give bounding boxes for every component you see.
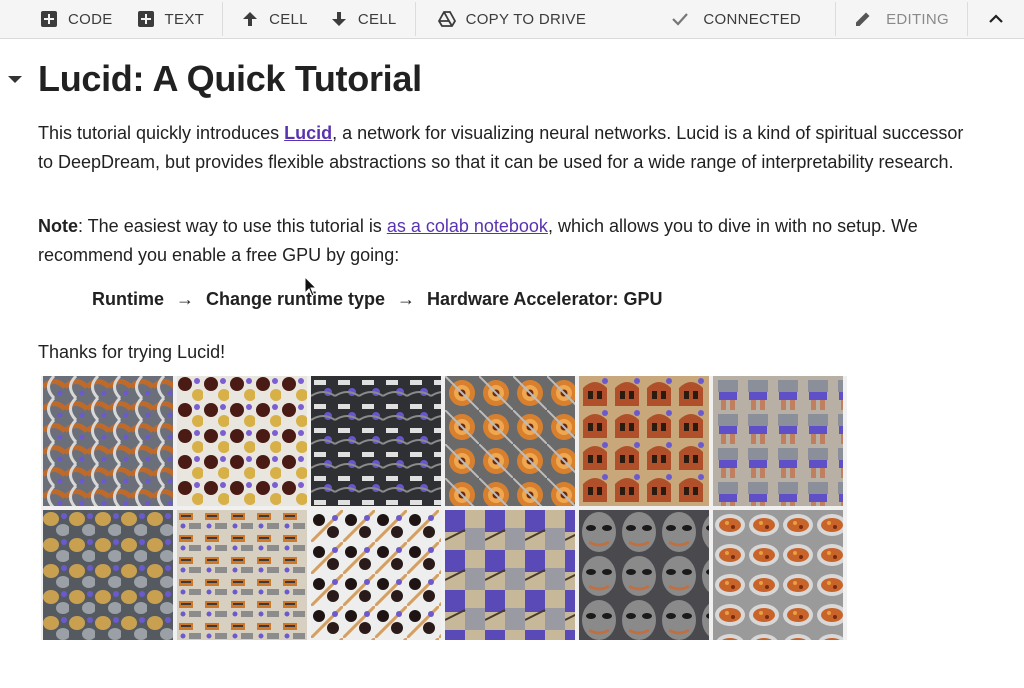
drive-icon bbox=[437, 10, 456, 28]
feature-vis-image bbox=[311, 510, 441, 640]
add-text-button[interactable]: TEXT bbox=[129, 0, 213, 38]
feature-vis-image bbox=[713, 510, 843, 640]
add-text-label: TEXT bbox=[164, 10, 205, 28]
editing-mode-button[interactable]: EDITING bbox=[846, 0, 957, 38]
arrow-down-icon bbox=[330, 10, 348, 28]
feature-visualization-grid bbox=[41, 376, 847, 640]
feature-vis-image bbox=[43, 376, 173, 506]
feature-vis-image bbox=[445, 510, 575, 640]
move-cell-down-label: CELL bbox=[357, 10, 397, 28]
note-label: Note bbox=[38, 216, 78, 236]
note-paragraph: Note: The easiest way to use this tutori… bbox=[38, 216, 918, 265]
thanks-paragraph: Thanks for trying Lucid! bbox=[38, 342, 226, 362]
page-title: Lucid: A Quick Tutorial bbox=[38, 58, 422, 99]
toolbar-divider bbox=[414, 2, 416, 36]
mouse-cursor-icon bbox=[304, 275, 318, 298]
move-cell-up-label: CELL bbox=[269, 10, 308, 28]
feature-vis-image bbox=[445, 376, 575, 506]
add-code-label: CODE bbox=[68, 10, 113, 28]
check-icon bbox=[671, 10, 689, 28]
move-cell-down-button[interactable]: CELL bbox=[322, 0, 405, 38]
toolbar-divider bbox=[222, 2, 224, 36]
copy-to-drive-label: COPY TO DRIVE bbox=[465, 10, 587, 28]
feature-vis-image bbox=[177, 510, 307, 640]
plus-box-icon bbox=[40, 10, 58, 28]
plus-box-icon bbox=[137, 10, 155, 28]
toolbar-divider bbox=[835, 2, 837, 36]
lucid-link[interactable]: Lucid bbox=[284, 123, 332, 143]
feature-vis-image bbox=[43, 510, 173, 640]
connection-status[interactable]: CONNECTED bbox=[663, 0, 809, 38]
intro-paragraph: This tutorial quickly introduces Lucid, … bbox=[38, 123, 964, 172]
connected-label: CONNECTED bbox=[703, 10, 802, 28]
move-cell-up-button[interactable]: CELL bbox=[233, 0, 316, 38]
chevron-up-icon bbox=[987, 10, 1005, 28]
feature-vis-image bbox=[579, 510, 709, 640]
feature-vis-image bbox=[311, 376, 441, 506]
gpu-menu-path: Runtime → Change runtime type → Hardware Acc… bbox=[92, 289, 663, 309]
copy-to-drive-button[interactable]: COPY TO DRIVE bbox=[430, 0, 595, 38]
colab-notebook-link[interactable]: as a colab notebook bbox=[387, 216, 548, 236]
section-collapse-caret-icon[interactable] bbox=[8, 76, 22, 83]
editing-label: EDITING bbox=[886, 10, 949, 28]
add-code-button[interactable]: CODE bbox=[32, 0, 121, 38]
pencil-icon bbox=[854, 10, 872, 28]
arrow-up-icon bbox=[241, 10, 259, 28]
collapse-toolbar-button[interactable] bbox=[968, 0, 1024, 38]
feature-vis-image bbox=[713, 376, 843, 506]
feature-vis-image bbox=[177, 376, 307, 506]
notebook-toolbar: CODE TEXT CELL CELL COPY TO DRIVE CONNEC… bbox=[0, 0, 1024, 39]
feature-vis-image bbox=[579, 376, 709, 506]
